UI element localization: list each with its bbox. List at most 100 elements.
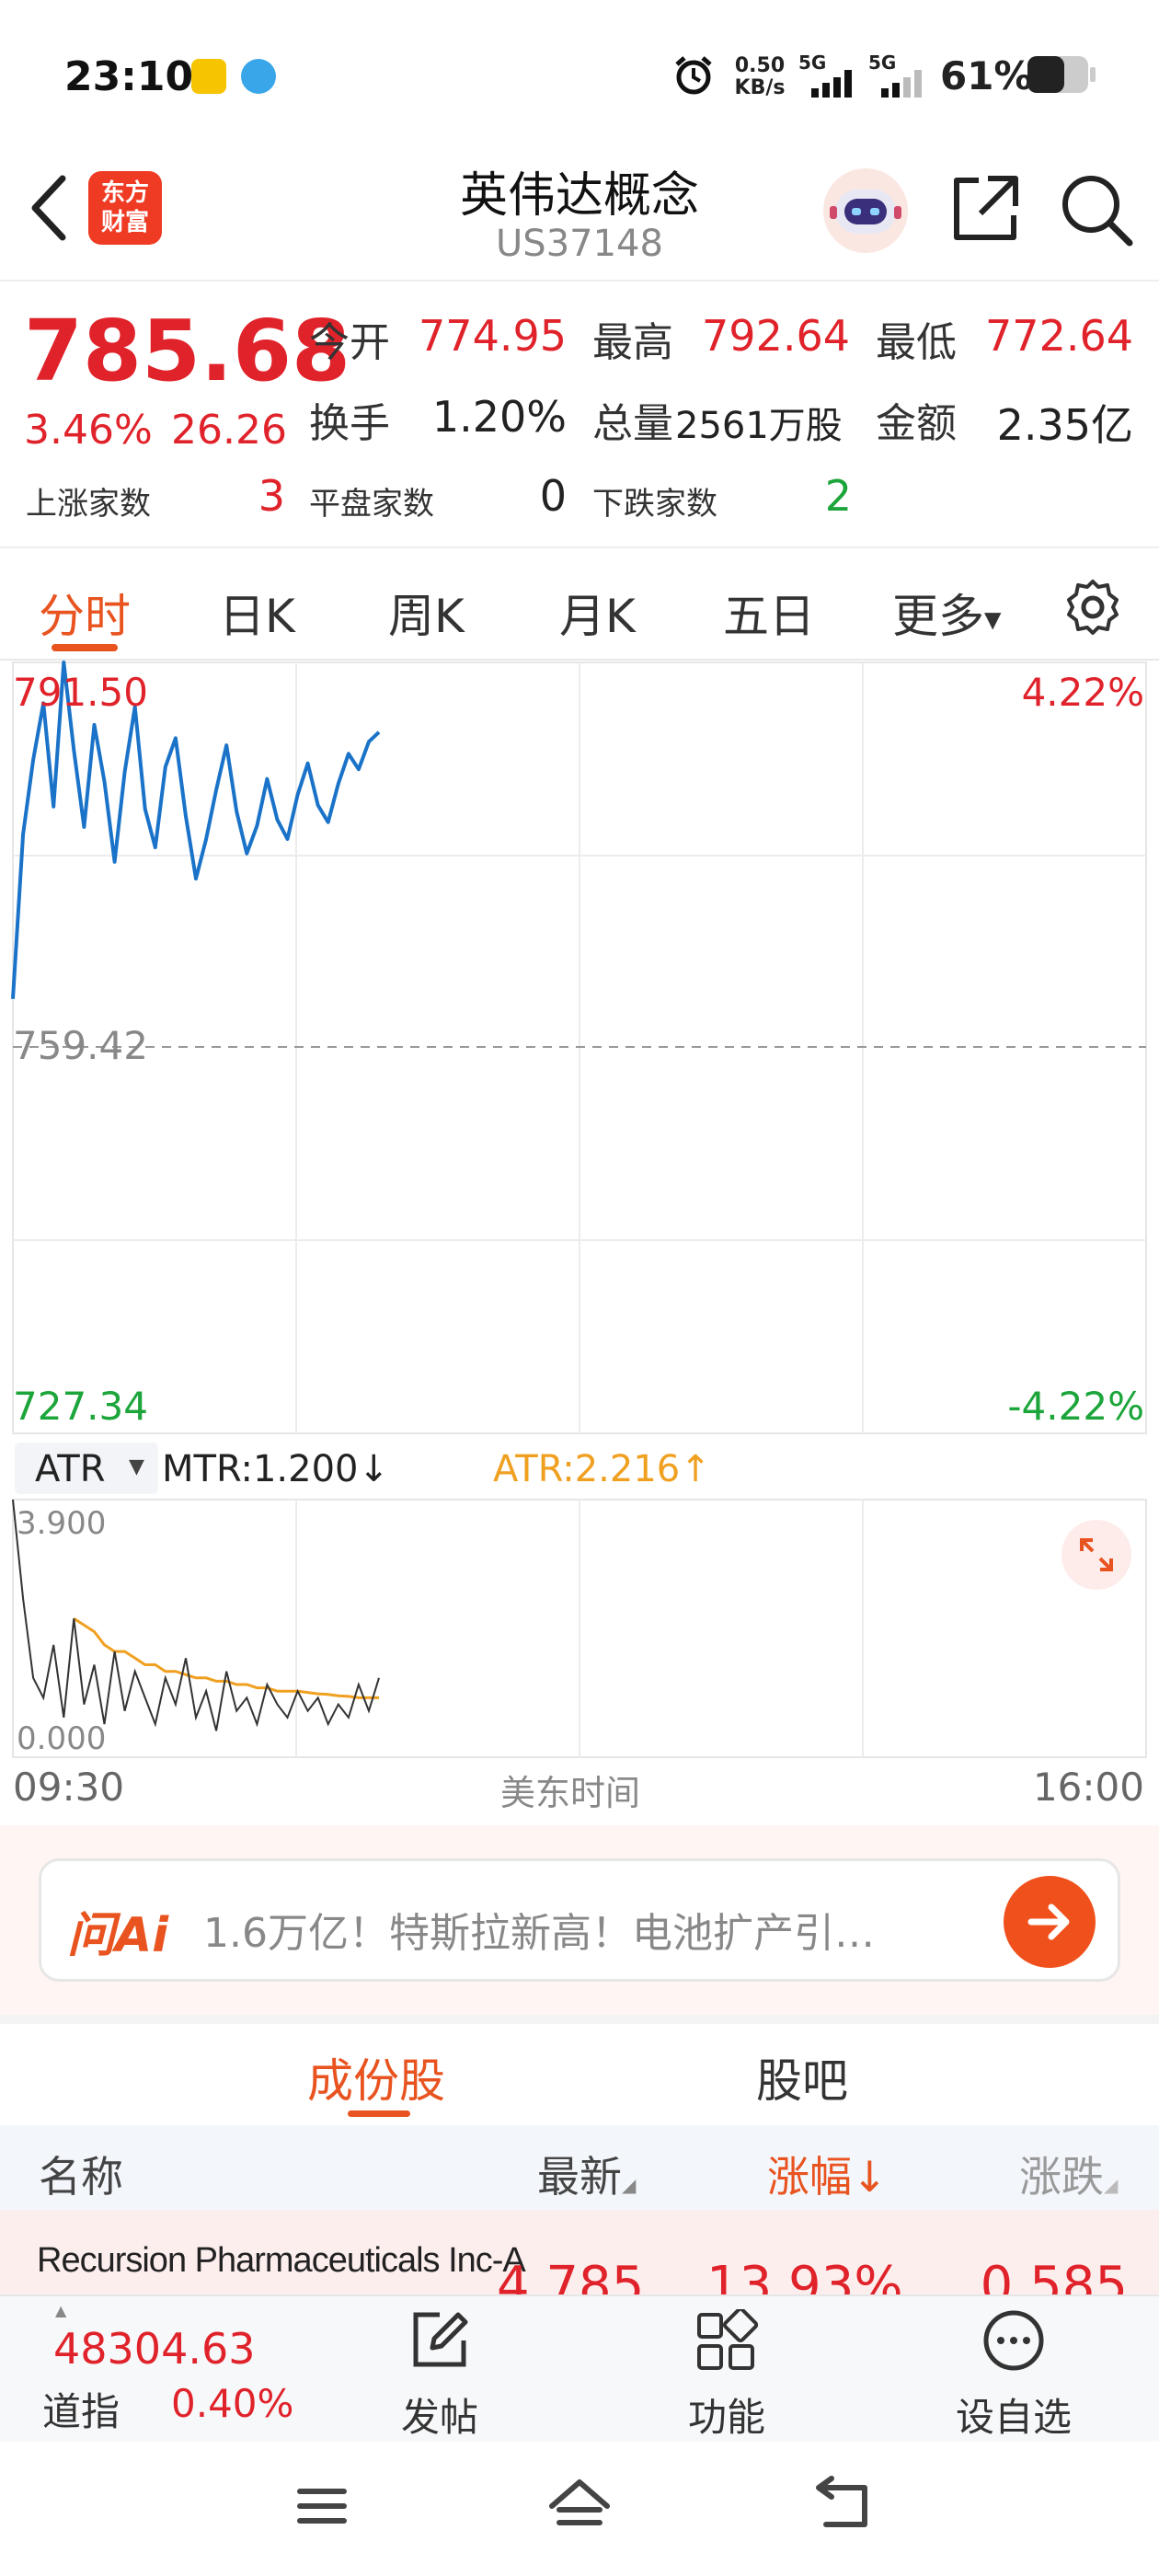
mtr-value: MTR:1.200	[162, 1448, 359, 1490]
ai-banner: 问Ai 1.6万亿！特斯拉新高！电池扩产引…	[0, 1825, 1159, 2015]
sub-tab-indicator	[348, 2110, 410, 2117]
tab-more-label: 更多	[892, 590, 984, 643]
system-nav-bar	[0, 2442, 1159, 2576]
y-tick-prev-close: 759.42	[13, 1023, 148, 1068]
row-pct: 13.93%	[706, 2256, 903, 2294]
settings-gear-icon[interactable]	[1063, 578, 1122, 637]
flat-count: 0	[539, 471, 567, 521]
col-pct[interactable]: 涨幅↓	[767, 2144, 888, 2204]
col-last-label: 最新	[537, 2152, 622, 2202]
signal-icon	[811, 70, 852, 98]
row-chg: 0.585	[980, 2256, 1128, 2294]
down-count: 2	[824, 471, 852, 521]
x-tick-start: 09:30	[13, 1765, 125, 1810]
turnover-value: 1.20%	[431, 392, 567, 442]
y-tick-high-pct: 4.22%	[1021, 670, 1144, 715]
arrow-right-icon	[1027, 1903, 1070, 1940]
share-icon[interactable]	[947, 171, 1023, 247]
tab-stock-forum[interactable]: 股吧	[756, 2044, 848, 2110]
change-percent: 3.46%	[24, 407, 153, 454]
tab-more[interactable]: 更多▼	[892, 580, 1001, 646]
down-count-label: 下跌家数	[592, 486, 717, 523]
constituents-tabs: 成份股 股吧	[0, 2015, 1159, 2125]
change-value: 26.26	[171, 407, 287, 454]
net-speed-value: 0.50	[734, 54, 786, 77]
app-notification-icon	[191, 59, 226, 94]
indicator-selector[interactable]: ATR ▼	[15, 1443, 158, 1494]
back-nav-icon[interactable]	[809, 2475, 874, 2537]
y-tick-low: 727.34	[13, 1384, 148, 1429]
turnover-label: 换手	[309, 400, 390, 447]
open-value: 774.95	[419, 311, 567, 361]
grid-icon	[697, 2309, 758, 2370]
signal-icon-2	[881, 70, 922, 98]
status-bar: 23:10 0.50 KB/s 5G 5G 61%	[0, 0, 1159, 147]
post-label: 发帖	[400, 2395, 478, 2440]
edit-icon	[413, 2312, 468, 2367]
row-last: 4.785	[497, 2256, 645, 2294]
tab-daily-k[interactable]: 日K	[219, 580, 295, 646]
high-label: 最高	[592, 319, 673, 366]
flat-count-label: 平盘家数	[309, 486, 434, 523]
index-ticker[interactable]: ▲ 48304.63 道指 0.40%	[0, 2296, 304, 2444]
ai-go-button[interactable]	[1004, 1876, 1096, 1968]
amount-label: 金额	[876, 400, 957, 447]
high-value: 792.64	[702, 311, 850, 361]
intraday-chart-area[interactable]: 791.50 4.22% 759.42 727.34 -4.22% ATR ▼ …	[0, 661, 1159, 1829]
functions-button[interactable]: 功能	[635, 2296, 819, 2444]
indicator-name: ATR	[35, 1448, 106, 1490]
search-icon[interactable]	[1058, 171, 1135, 248]
add-watchlist-label: 设自选	[955, 2395, 1072, 2440]
amount-value: 2.35亿	[996, 400, 1133, 450]
sort-icon-2: ◢	[1104, 2174, 1119, 2196]
atr-value: ATR:2.216	[493, 1448, 681, 1490]
volume-label: 总量	[592, 400, 673, 447]
x-axis-label: 美东时间	[500, 1773, 641, 1813]
tab-constituents[interactable]: 成份股	[307, 2044, 445, 2110]
ticker-up-icon: ▲	[55, 2302, 67, 2319]
header: 东方 财富 英伟达概念 US37148	[0, 147, 1159, 282]
col-pct-label: 涨幅	[767, 2152, 852, 2202]
low-value: 772.64	[985, 311, 1133, 361]
battery-icon	[1027, 56, 1096, 93]
tab-weekly-k[interactable]: 周K	[388, 580, 465, 646]
current-price: 785.68	[24, 302, 351, 400]
post-button[interactable]: 发帖	[348, 2296, 532, 2444]
bottom-toolbar: ▲ 48304.63 道指 0.40% 发帖 功能 设自选	[0, 2294, 1159, 2442]
home-icon[interactable]	[546, 2475, 613, 2537]
active-tab-indicator	[52, 644, 118, 651]
low-label: 最低	[876, 319, 957, 366]
atr-arrow: ↑	[680, 1448, 711, 1490]
telegram-icon	[241, 59, 276, 94]
col-name: 名称	[39, 2152, 123, 2202]
y-tick-high: 791.50	[13, 670, 148, 715]
index-change: 0.40%	[171, 2381, 294, 2426]
tab-five-day[interactable]: 五日	[723, 580, 815, 646]
ai-headline: 1.6万亿！特斯拉新高！电池扩产引…	[203, 1910, 875, 1957]
atr-y-tick-low: 0.000	[17, 1720, 107, 1757]
tab-monthly-k[interactable]: 月K	[559, 580, 636, 646]
tab-intraday[interactable]: 分时	[39, 580, 131, 646]
expand-icon[interactable]	[1060, 1518, 1133, 1592]
mtr-legend: MTR:1.200↓	[162, 1448, 389, 1490]
dropdown-icon: ▼	[984, 606, 1002, 633]
col-last[interactable]: 最新◢	[537, 2144, 636, 2204]
index-value: 48304.63	[53, 2324, 256, 2374]
atr-y-tick-high: 3.900	[17, 1505, 107, 1542]
add-watchlist-button[interactable]: 设自选	[922, 2296, 1106, 2444]
ai-news-box[interactable]: 问Ai 1.6万亿！特斯拉新高！电池扩产引…	[39, 1858, 1120, 1982]
indicator-dropdown-icon: ▼	[129, 1455, 144, 1478]
chart-svg	[11, 661, 1147, 1758]
col-chg[interactable]: 涨跌◢	[1019, 2144, 1118, 2204]
ai-robot-icon[interactable]	[820, 166, 911, 256]
ai-logo: 问Ai	[67, 1908, 169, 1963]
index-name: 道指	[42, 2389, 120, 2434]
y-tick-low-pct: -4.22%	[1007, 1384, 1144, 1429]
table-row[interactable]: Recursion Pharmaceuticals Inc-A 4.785 13…	[0, 2210, 1159, 2294]
net-speed-unit: KB/s	[734, 76, 786, 99]
up-count: 3	[258, 471, 285, 521]
volume-value: 2561万股	[675, 405, 843, 447]
atr-legend: ATR:2.216↑	[493, 1448, 711, 1490]
col-chg-label: 涨跌	[1019, 2152, 1104, 2202]
menu-icon[interactable]	[293, 2477, 351, 2536]
